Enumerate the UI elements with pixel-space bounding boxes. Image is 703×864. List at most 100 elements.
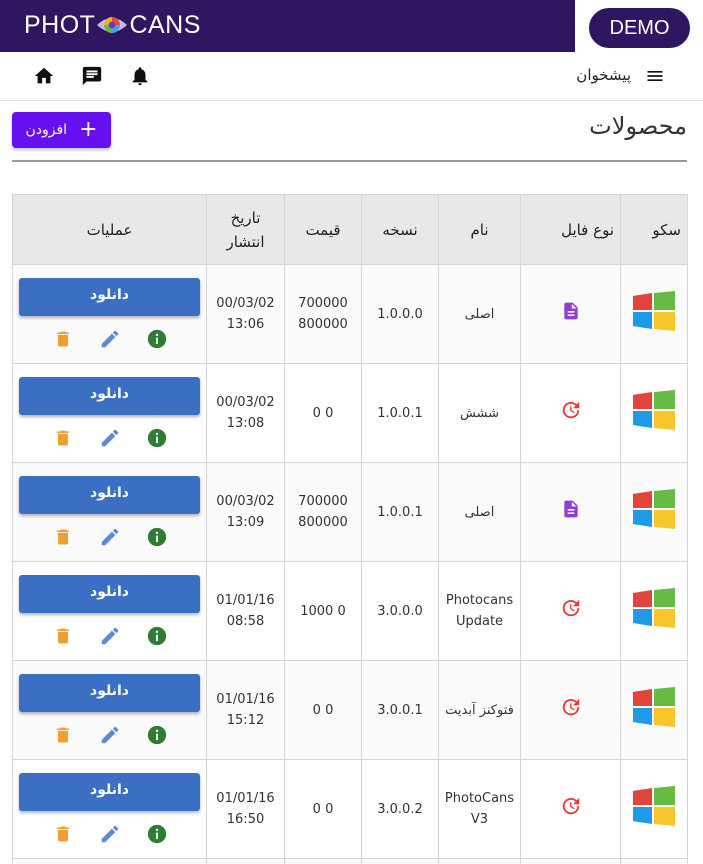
update-icon: [560, 797, 582, 821]
release-date: 00/03/02: [216, 395, 275, 410]
version-cell: 3.0.0.2: [361, 759, 439, 859]
version-cell: 1.0.0.1: [361, 462, 439, 562]
price-line2: 800000: [298, 515, 348, 530]
platform-cell: [620, 264, 688, 364]
release-date-cell: 00/03/02 13:08: [206, 363, 285, 463]
windows-icon: [633, 785, 675, 826]
release-date: 00/03/02: [216, 296, 275, 311]
info-icon[interactable]: [146, 823, 168, 845]
edit-icon[interactable]: [99, 328, 121, 350]
file-type-cell: [520, 363, 621, 463]
release-date: 01/01/16: [216, 593, 275, 608]
delete-icon[interactable]: [52, 625, 74, 647]
col-header-operations: عملیات: [12, 194, 207, 265]
update-icon: [560, 401, 582, 425]
top-navbar: پیشخوان: [0, 52, 703, 101]
name-cell: فتوکنز آبدیت: [438, 660, 521, 760]
add-button-label: افزودن: [25, 122, 68, 138]
windows-icon: [633, 488, 675, 529]
table-cell: [361, 858, 439, 864]
edit-icon[interactable]: [99, 427, 121, 449]
row-actions: [19, 823, 200, 845]
row-actions: [19, 625, 200, 647]
home-icon[interactable]: [33, 65, 55, 87]
info-icon[interactable]: [146, 328, 168, 350]
row-actions: [19, 724, 200, 746]
release-time: 08:58: [226, 614, 265, 629]
operations-cell: دانلود: [12, 660, 207, 760]
eye-logo-icon: [96, 14, 128, 36]
name-line2: Update: [455, 614, 504, 629]
delete-icon[interactable]: [52, 526, 74, 548]
price-line1: 0 1000: [300, 603, 346, 619]
price-line1: 0 0: [312, 801, 334, 817]
col-header-release-date[interactable]: تاریخ انتشار: [206, 194, 285, 265]
file-icon: [561, 302, 581, 326]
edit-icon[interactable]: [99, 625, 121, 647]
col-header-file-type[interactable]: نوع فایل: [520, 194, 621, 265]
download-button[interactable]: دانلود: [19, 773, 200, 811]
platform-cell: [620, 462, 688, 562]
col-header-version[interactable]: نسخه: [361, 194, 439, 265]
file-icon: [561, 500, 581, 524]
version-cell: 1.0.0.0: [361, 264, 439, 364]
download-button[interactable]: دانلود: [19, 377, 200, 415]
col-header-sku[interactable]: سکو: [620, 194, 688, 265]
platform-cell: [620, 660, 688, 760]
message-icon[interactable]: [81, 65, 103, 87]
update-icon: [560, 599, 582, 623]
delete-icon[interactable]: [52, 328, 74, 350]
add-product-button[interactable]: افزودن +: [12, 112, 111, 148]
edit-icon[interactable]: [99, 724, 121, 746]
table-cell: [620, 858, 688, 864]
price-cell: 0 0: [284, 759, 362, 859]
info-icon[interactable]: [146, 526, 168, 548]
delete-icon[interactable]: [52, 427, 74, 449]
price-line1: 0 0: [312, 405, 334, 421]
row-actions: [19, 526, 200, 548]
col-header-price[interactable]: قیمت: [284, 194, 362, 265]
download-button[interactable]: دانلود: [19, 575, 200, 613]
price-cell: 0 0: [284, 363, 362, 463]
operations-cell: دانلود: [12, 561, 207, 661]
page-title: محصولات: [589, 112, 687, 140]
price-line2: 800000: [298, 317, 348, 332]
row-actions: [19, 427, 200, 449]
download-button[interactable]: دانلود: [19, 476, 200, 514]
operations-cell: دانلود: [12, 759, 207, 859]
col-header-name[interactable]: نام: [438, 194, 521, 265]
menu-icon[interactable]: [645, 66, 665, 86]
price-cell: 700000 800000: [284, 462, 362, 562]
delete-icon[interactable]: [52, 823, 74, 845]
version-cell: 3.0.0.1: [361, 660, 439, 760]
update-icon: [560, 698, 582, 722]
release-time: 13:09: [226, 515, 265, 530]
windows-icon: [633, 290, 675, 331]
table-row: Photocans Update 3.0.0.0 0 1000 01/01/16…: [12, 561, 688, 661]
download-button[interactable]: دانلود: [19, 278, 200, 316]
table-cell: [438, 858, 521, 864]
price-line1: 700000: [298, 494, 348, 509]
bell-icon[interactable]: [129, 65, 151, 87]
download-button[interactable]: دانلود: [19, 674, 200, 712]
release-time: 16:50: [226, 812, 265, 827]
info-icon[interactable]: [146, 427, 168, 449]
version-cell: 1.0.0.1: [361, 363, 439, 463]
edit-icon[interactable]: [99, 823, 121, 845]
price-cell: 700000 800000: [284, 264, 362, 364]
name-line1: ششش: [459, 405, 500, 421]
logo[interactable]: PHOT CANS: [24, 9, 201, 41]
dashboard-link[interactable]: پیشخوان: [576, 66, 631, 84]
release-time: 13:08: [226, 416, 265, 431]
delete-icon[interactable]: [52, 724, 74, 746]
release-date-cell: 01/01/16 16:50: [206, 759, 285, 859]
platform-cell: [620, 759, 688, 859]
edit-icon[interactable]: [99, 526, 121, 548]
demo-badge[interactable]: DEMO: [589, 8, 690, 48]
info-icon[interactable]: [146, 724, 168, 746]
name-cell: اصلی: [438, 264, 521, 364]
platform-cell: [620, 561, 688, 661]
table-cell: [206, 858, 285, 864]
operations-cell: دانلود: [12, 264, 207, 364]
info-icon[interactable]: [146, 625, 168, 647]
